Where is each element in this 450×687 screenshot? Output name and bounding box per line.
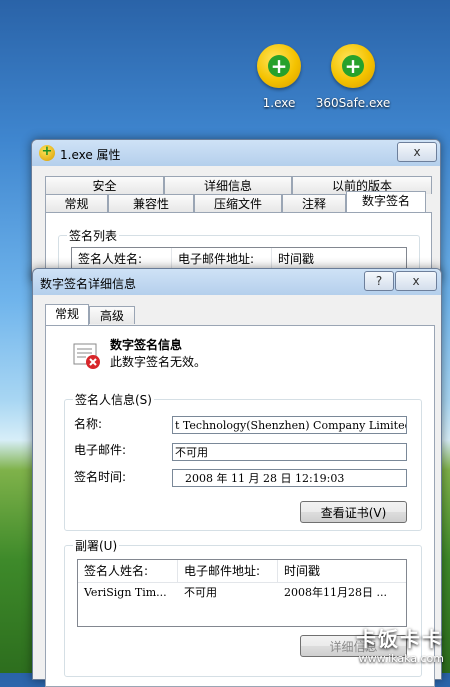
- name-field[interactable]: t Technology(Shenzhen) Company Limited: [172, 416, 407, 434]
- cell-email: 不可用: [184, 586, 217, 599]
- window-title: 1.exe 属性: [60, 148, 121, 162]
- plus-icon: +: [268, 55, 290, 77]
- tab-compatibility[interactable]: 兼容性: [108, 194, 194, 212]
- properties-window: 1.exe 属性 x 安全 详细信息 以前的版本 常规 兼容性 压缩文件 注释 …: [31, 139, 441, 288]
- column-header[interactable]: 签名人姓名:: [72, 248, 172, 270]
- countersignature-list[interactable]: 签名人姓名: 电子邮件地址: 时间戳 VeriSign Tim... 不可用 2…: [77, 559, 407, 627]
- email-label: 电子邮件:: [74, 443, 127, 457]
- details-titlebar[interactable]: 数字签名详细信息 ? x: [33, 269, 441, 295]
- tab-advanced[interactable]: 高级: [89, 306, 135, 324]
- signing-time-field[interactable]: 2008 年 11 月 28 日 12:19:03: [172, 469, 407, 487]
- column-header[interactable]: 时间戳: [272, 248, 406, 270]
- plus-icon: +: [342, 55, 364, 77]
- help-button[interactable]: ?: [364, 271, 394, 291]
- tab-archive[interactable]: 压缩文件: [194, 194, 282, 212]
- tab-security[interactable]: 安全: [45, 176, 164, 194]
- group-label: 副署(U): [73, 537, 120, 554]
- tab-comments[interactable]: 注释: [282, 194, 346, 212]
- table-row[interactable]: VeriSign Tim... 不可用 2008年11月28日 ...: [78, 584, 406, 602]
- app-icon: +: [331, 44, 375, 88]
- watermark: 卡饭卡卡 www.ikaka.com: [356, 623, 444, 665]
- app-icon: [39, 144, 55, 161]
- close-button[interactable]: x: [395, 271, 437, 291]
- list-header: 签名人姓名: 电子邮件地址: 时间戳: [78, 560, 406, 583]
- window-title: 数字签名详细信息: [40, 277, 137, 291]
- close-button[interactable]: x: [397, 142, 437, 162]
- signing-time-label: 签名时间:: [74, 470, 127, 484]
- watermark-brand: 卡饭卡卡: [356, 627, 444, 651]
- cell-timestamp: 2008年11月28日 ...: [284, 586, 387, 599]
- name-label: 名称:: [74, 417, 103, 431]
- tab-digital-signatures[interactable]: 数字签名: [346, 191, 426, 212]
- desktop-icon-360safe[interactable]: + 360Safe.exe: [313, 44, 393, 110]
- watermark-url: www.ikaka.com: [358, 652, 444, 665]
- desktop-icon-label: 1.exe: [262, 96, 296, 110]
- signature-details-window: 数字签名详细信息 ? x 常规 高级 数字签名信息 此数字签名无效。 签名人信息…: [32, 268, 442, 687]
- column-header[interactable]: 时间戳: [278, 560, 406, 582]
- tab-general[interactable]: 常规: [45, 194, 108, 212]
- desktop-icon-1exe[interactable]: + 1.exe: [239, 44, 319, 110]
- view-certificate-button[interactable]: 查看证书(V): [300, 501, 407, 523]
- column-header[interactable]: 电子邮件地址:: [172, 248, 272, 270]
- certificate-error-icon: [72, 342, 102, 370]
- group-label: 签名列表: [67, 227, 120, 244]
- column-header[interactable]: 电子邮件地址:: [178, 560, 278, 582]
- tab-row-bottom: 常规 兼容性 压缩文件 注释 数字签名: [45, 191, 426, 212]
- group-label: 签名人信息(S): [73, 391, 154, 408]
- app-icon: +: [257, 44, 301, 88]
- info-title: 数字签名信息: [110, 338, 183, 352]
- info-status: 此数字签名无效。: [110, 355, 207, 369]
- cell-signer: VeriSign Tim...: [84, 586, 167, 599]
- desktop-icon-label: 360Safe.exe: [315, 96, 391, 110]
- column-header[interactable]: 签名人姓名:: [78, 560, 178, 582]
- tab-general[interactable]: 常规: [45, 304, 89, 325]
- properties-titlebar[interactable]: 1.exe 属性 x: [32, 140, 440, 166]
- email-field[interactable]: 不可用: [172, 443, 407, 461]
- tab-details[interactable]: 详细信息: [164, 176, 292, 194]
- details-tabs: 常规 高级: [45, 304, 135, 325]
